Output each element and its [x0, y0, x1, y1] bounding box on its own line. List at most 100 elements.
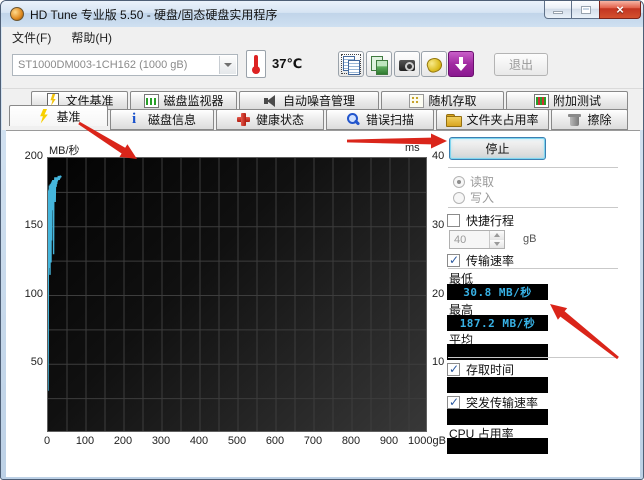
- transfer-rate-checkbox[interactable]: [447, 253, 460, 267]
- short-stroke-value: 40: [454, 233, 467, 246]
- read-radio-row: 读取: [453, 173, 494, 190]
- short-stroke-stepper[interactable]: 40: [449, 230, 505, 249]
- tab-label: 文件夹占用率: [466, 113, 539, 127]
- tab-label: 自动噪音管理: [282, 94, 355, 108]
- toolbar: ST1000DM003-1CH162 (1000 gB) 37℃ 退出: [2, 47, 643, 89]
- stepper-down-button[interactable]: [490, 239, 504, 248]
- cross-icon: [236, 112, 251, 127]
- cpu-usage-display: [447, 438, 548, 454]
- read-radio-label: 读取: [470, 175, 495, 189]
- divider: [448, 357, 618, 358]
- write-radio-row: 写入: [453, 189, 494, 206]
- tab-extra-tests[interactable]: 附加测试: [506, 91, 628, 110]
- transfer-rate-row: 传输速率: [447, 252, 514, 269]
- temperature-button[interactable]: [246, 50, 266, 78]
- burst-rate-display: [447, 409, 548, 425]
- y-axis-left-label: MB/秒: [49, 145, 80, 157]
- tab-label: 基准: [56, 109, 81, 124]
- y-left-tick: 200: [24, 150, 43, 162]
- tab-label: 附加测试: [552, 94, 601, 108]
- maximize-icon: [580, 5, 591, 14]
- donate-button[interactable]: [421, 51, 447, 77]
- access-time-label: 存取时间: [466, 363, 515, 377]
- info-icon: [128, 111, 143, 128]
- menu-help[interactable]: 帮助(H): [61, 27, 122, 48]
- update-button[interactable]: [448, 51, 474, 77]
- transfer-rate-label: 传输速率: [466, 254, 515, 268]
- screenshot-button[interactable]: [394, 51, 420, 77]
- tab-label: 磁盘监视器: [163, 94, 224, 108]
- max-value-display: 187.2 MB/秒: [447, 315, 548, 331]
- tab-disk-monitor[interactable]: 磁盘监视器: [130, 91, 237, 110]
- copy-image-button[interactable]: [366, 51, 392, 77]
- tab-strip: 文件基准磁盘监视器自动噪音管理随机存取附加测试 基准磁盘信息健康状态错误扫描文件…: [2, 89, 643, 130]
- folder-icon: [446, 112, 463, 127]
- tab-erase[interactable]: 擦除: [551, 109, 628, 130]
- trash-icon: [567, 112, 582, 127]
- dots-icon: [408, 93, 425, 108]
- tab-health[interactable]: 健康状态: [216, 109, 324, 130]
- menu-bar: 文件(F) 帮助(H): [2, 27, 643, 48]
- exit-button[interactable]: 退出: [494, 53, 548, 76]
- write-radio-label: 写入: [470, 191, 495, 205]
- y-left-tick: 150: [24, 218, 43, 231]
- drive-selector-dropdown-button[interactable]: [219, 56, 236, 74]
- access-time-row: 存取时间: [447, 361, 514, 378]
- stepper-up-button[interactable]: [490, 231, 504, 240]
- minimize-icon: [553, 11, 563, 14]
- menu-file[interactable]: 文件(F): [2, 27, 61, 48]
- tab-label: 擦除: [587, 113, 612, 127]
- series-读取传输速率: [48, 175, 62, 391]
- app-icon: [10, 7, 24, 21]
- divider: [448, 167, 618, 168]
- access-time-checkbox[interactable]: [447, 362, 460, 376]
- title-bar: HD Tune 专业版 5.50 - 硬盘/固态硬盘实用程序 ×: [1, 1, 643, 27]
- y-axis-right-label: ms: [405, 142, 420, 154]
- spark-icon: [36, 109, 51, 124]
- burst-rate-checkbox[interactable]: [447, 395, 460, 409]
- temperature-value: 37℃: [272, 56, 303, 71]
- tab-row-1: 文件基准 磁盘监视器 自动噪音管理 随机存取 附加测试: [31, 91, 628, 110]
- drive-selector-value: ST1000DM003-1CH162 (1000 gB): [18, 59, 188, 71]
- write-radio[interactable]: [453, 191, 465, 204]
- tab-folder-usage[interactable]: 文件夹占用率: [436, 109, 549, 130]
- tab-benchmark[interactable]: 基准: [9, 105, 108, 126]
- short-stroke-row: 快捷行程: [447, 212, 514, 229]
- app-window: HD Tune 专业版 5.50 - 硬盘/固态硬盘实用程序 × 文件(F) 帮…: [0, 0, 644, 480]
- chevron-down-icon: [224, 63, 232, 67]
- tab-label: 健康状态: [255, 113, 304, 127]
- speaker-icon: [263, 93, 278, 108]
- divider: [448, 207, 618, 208]
- divider: [448, 268, 618, 269]
- window-title: HD Tune 专业版 5.50 - 硬盘/固态硬盘实用程序: [30, 7, 278, 22]
- tab-aam[interactable]: 自动噪音管理: [239, 91, 379, 110]
- close-button[interactable]: ×: [599, 1, 641, 19]
- stop-button[interactable]: 停止: [449, 137, 546, 160]
- short-stroke-unit: gB: [523, 233, 537, 245]
- read-radio[interactable]: [453, 175, 465, 188]
- tab-error-scan[interactable]: 错误扫描: [326, 109, 434, 130]
- short-stroke-label: 快捷行程: [466, 214, 515, 228]
- bar-chart-icon: [143, 93, 160, 108]
- thermometer-icon: [252, 55, 260, 74]
- short-stroke-checkbox[interactable]: [447, 214, 460, 227]
- tab-label: 磁盘信息: [147, 113, 196, 127]
- y-left-tick: 50: [30, 356, 43, 369]
- copy-text-button[interactable]: [338, 51, 364, 77]
- drive-selector[interactable]: ST1000DM003-1CH162 (1000 gB): [12, 54, 238, 76]
- x-tick: 1000gB: [408, 435, 446, 447]
- tab-row-2: 基准 磁盘信息 健康状态 错误扫描 文件夹占用率 擦除: [9, 105, 628, 130]
- access-time-display: [447, 377, 548, 393]
- close-icon: ×: [616, 2, 624, 17]
- maximize-button[interactable]: [572, 1, 599, 19]
- magnifier-icon: [346, 112, 361, 127]
- mini-chart-icon: [533, 93, 549, 108]
- benchmark-plot: [47, 157, 427, 432]
- y-left-tick: 100: [24, 287, 43, 300]
- tab-disk-info[interactable]: 磁盘信息: [110, 109, 214, 130]
- minimize-button[interactable]: [544, 1, 572, 19]
- tab-random-access[interactable]: 随机存取: [381, 91, 504, 110]
- tab-label: 随机存取: [428, 94, 477, 108]
- tab-label: 错误扫描: [365, 113, 414, 127]
- min-value-display: 30.8 MB/秒: [447, 284, 548, 300]
